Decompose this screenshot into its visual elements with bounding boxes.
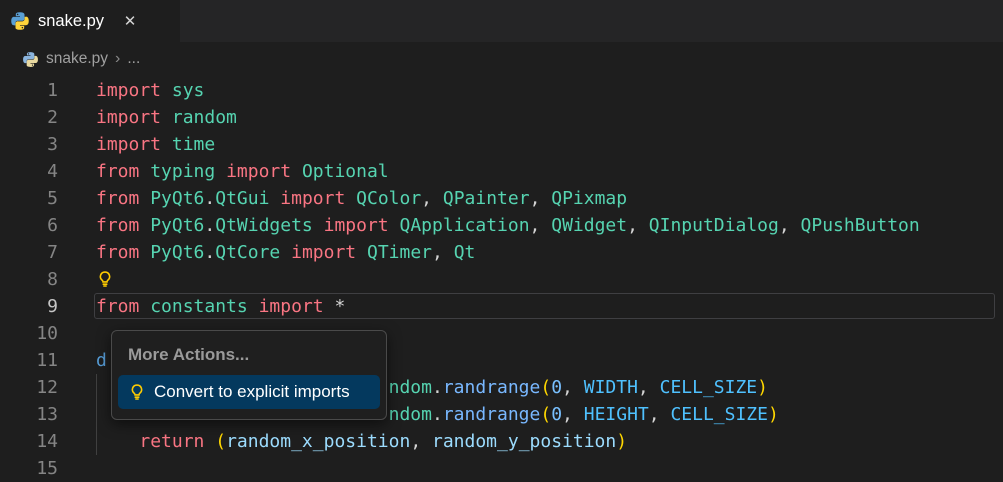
quick-fix-popup: More Actions... Convert to explicit impo… <box>111 330 387 420</box>
line-number: 12 <box>0 374 58 401</box>
line-number: 15 <box>0 455 58 482</box>
line-number: 7 <box>0 239 58 266</box>
line-number: 1 <box>0 77 58 104</box>
code-text: from PyQt6.QtCore import QTimer, Qt <box>58 239 475 266</box>
line-number: 2 <box>0 104 58 131</box>
lightbulb-icon <box>128 383 146 401</box>
tab-bar: snake.py ✕ <box>0 0 1003 42</box>
code-line-1[interactable]: 1import sys <box>0 77 1003 104</box>
code-text: from typing import Optional <box>58 158 389 185</box>
python-icon <box>10 11 30 31</box>
code-line-6[interactable]: 6from PyQt6.QtWidgets import QApplicatio… <box>0 212 1003 239</box>
line-number: 4 <box>0 158 58 185</box>
tab-snake-py[interactable]: snake.py ✕ <box>0 0 180 42</box>
code-text: import sys <box>58 77 204 104</box>
line-number: 14 <box>0 428 58 455</box>
code-line-8[interactable]: 8 <box>0 266 1003 293</box>
code-line-15[interactable]: 15 <box>0 455 1003 482</box>
code-text: from constants import * <box>58 293 345 320</box>
breadcrumb-file[interactable]: snake.py <box>46 50 108 68</box>
line-number: 5 <box>0 185 58 212</box>
line-number: 3 <box>0 131 58 158</box>
code-line-2[interactable]: 2import random <box>0 104 1003 131</box>
close-icon[interactable]: ✕ <box>120 11 140 31</box>
line-number: 11 <box>0 347 58 374</box>
chevron-right-icon: › <box>115 50 120 68</box>
code-editor[interactable]: 1import sys2import random3import time4fr… <box>0 77 1003 482</box>
popup-item-convert-imports[interactable]: Convert to explicit imports <box>118 375 380 409</box>
code-line-7[interactable]: 7from PyQt6.QtCore import QTimer, Qt <box>0 239 1003 266</box>
code-text: from PyQt6.QtGui import QColor, QPainter… <box>58 185 627 212</box>
breadcrumb-symbol-ellipsis[interactable]: ... <box>127 50 140 68</box>
code-text: from PyQt6.QtWidgets import QApplication… <box>58 212 920 239</box>
code-line-5[interactable]: 5from PyQt6.QtGui import QColor, QPainte… <box>0 185 1003 212</box>
line-number: 6 <box>0 212 58 239</box>
tab-title: snake.py <box>38 12 104 31</box>
code-text <box>58 455 96 482</box>
code-text: d <box>58 347 107 374</box>
code-line-3[interactable]: 3import time <box>0 131 1003 158</box>
code-text <box>58 266 114 293</box>
code-text <box>58 320 96 347</box>
python-icon <box>22 51 39 68</box>
line-number: 8 <box>0 266 58 293</box>
code-line-14[interactable]: 14 return (random_x_position, random_y_p… <box>0 428 1003 455</box>
code-line-4[interactable]: 4from typing import Optional <box>0 158 1003 185</box>
code-line-9[interactable]: 9from constants import * <box>0 293 1003 320</box>
lightbulb-icon[interactable] <box>96 270 114 288</box>
line-number: 13 <box>0 401 58 428</box>
popup-header: More Actions... <box>118 337 380 375</box>
popup-item-label: Convert to explicit imports <box>154 382 350 402</box>
line-number: 10 <box>0 320 58 347</box>
code-text: import random <box>58 104 237 131</box>
code-text: return (random_x_position, random_y_posi… <box>58 428 627 455</box>
line-number: 9 <box>0 293 58 320</box>
breadcrumb: snake.py › ... <box>0 42 1003 76</box>
code-text: import time <box>58 131 215 158</box>
